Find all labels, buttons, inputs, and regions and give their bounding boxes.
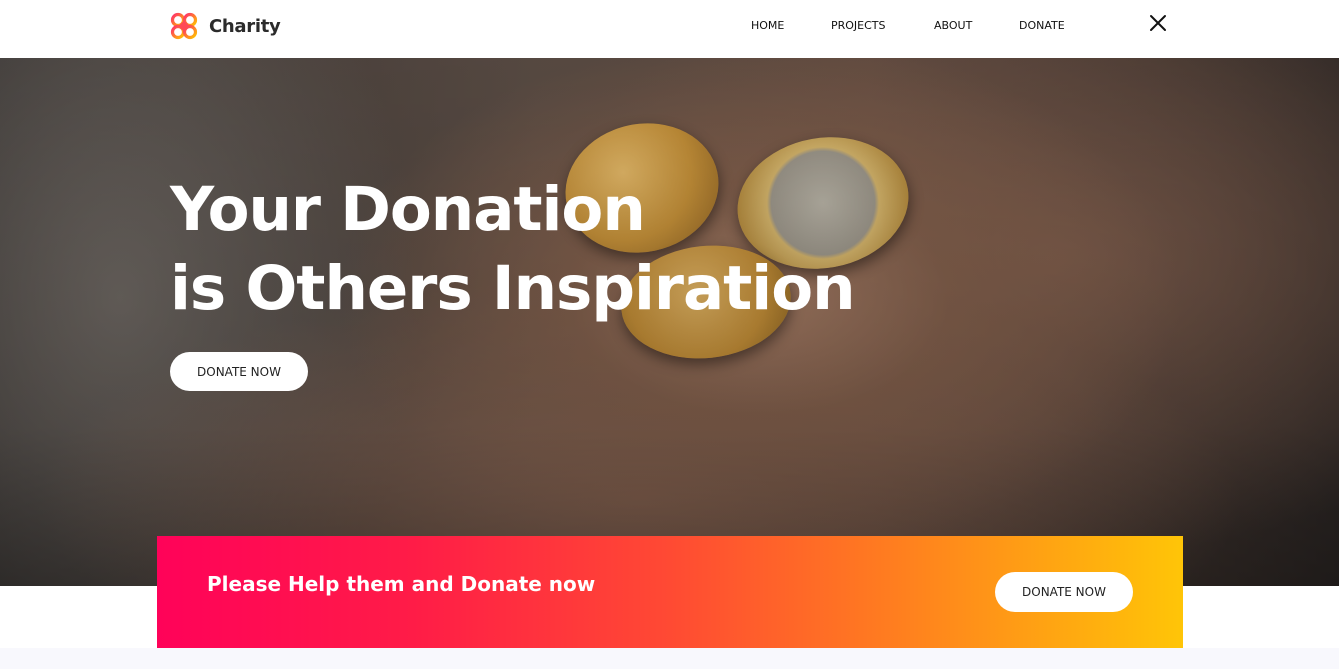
hero-title-line2: is Others Inspiration	[170, 253, 856, 324]
site-header: Charity HOME PROJECTS ABOUT DONATE	[0, 0, 1339, 58]
cta-text: Please Help them and Donate now	[207, 572, 596, 596]
brand-logo[interactable]: Charity	[169, 11, 281, 41]
cta-donate-now-button[interactable]: DONATE NOW	[995, 572, 1133, 612]
hero-donate-now-button[interactable]: DONATE NOW	[170, 352, 308, 391]
hero-title-line1: Your Donation	[170, 174, 646, 245]
close-icon	[1150, 15, 1166, 31]
page-section-background	[0, 648, 1339, 669]
nav-item-projects[interactable]: PROJECTS	[831, 19, 886, 32]
brand-name: Charity	[209, 15, 281, 37]
hero-title: Your Donation is Others Inspiration	[170, 170, 930, 328]
donate-cta-banner: Please Help them and Donate now DONATE N…	[157, 536, 1183, 648]
nav-item-donate[interactable]: DONATE	[1019, 19, 1065, 32]
nav-item-home[interactable]: HOME	[751, 19, 784, 32]
close-menu-button[interactable]	[1148, 13, 1168, 33]
nav-item-about[interactable]: ABOUT	[934, 19, 972, 32]
hero-banner: Your Donation is Others Inspiration DONA…	[0, 58, 1339, 586]
charity-logo-icon	[170, 12, 198, 40]
